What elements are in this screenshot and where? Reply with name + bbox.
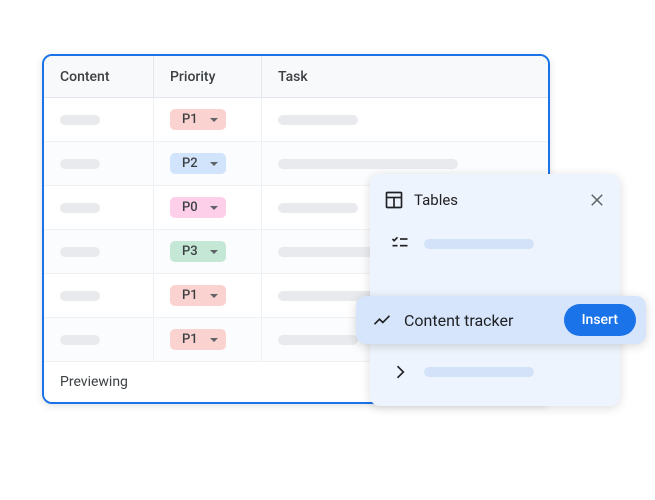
chevron-down-icon: [210, 118, 218, 122]
priority-label: P1: [182, 332, 198, 347]
panel-item-placeholder: [424, 367, 534, 377]
chevron-right-icon: [390, 362, 410, 382]
content-placeholder: [60, 203, 100, 213]
chevron-down-icon: [210, 250, 218, 254]
chevron-down-icon: [210, 294, 218, 298]
priority-chip[interactable]: P0: [170, 197, 226, 218]
table-row[interactable]: P1: [44, 98, 548, 142]
panel-item-content-tracker[interactable]: Content tracker Insert: [356, 296, 646, 344]
trend-icon: [372, 310, 392, 330]
checklist-icon: [390, 234, 410, 254]
task-placeholder: [278, 335, 358, 345]
content-placeholder: [60, 291, 100, 301]
preview-label: Previewing: [60, 374, 128, 390]
content-placeholder: [60, 335, 100, 345]
column-header-content[interactable]: Content: [44, 56, 154, 97]
priority-chip[interactable]: P1: [170, 329, 226, 350]
priority-chip[interactable]: P2: [170, 153, 226, 174]
panel-header: Tables: [384, 190, 606, 210]
chevron-down-icon: [210, 162, 218, 166]
panel-item-placeholder: [424, 239, 534, 249]
chevron-down-icon: [210, 206, 218, 210]
task-placeholder: [278, 203, 358, 213]
priority-label: P2: [182, 156, 198, 171]
close-icon[interactable]: [588, 191, 606, 209]
table-header-row: Content Priority Task: [44, 56, 548, 98]
content-tracker-label: Content tracker: [404, 311, 552, 330]
panel-title: Tables: [414, 191, 458, 209]
column-header-priority[interactable]: Priority: [154, 56, 262, 97]
panel-item-checklist[interactable]: [384, 224, 606, 264]
table-icon: [384, 190, 404, 210]
priority-label: P3: [182, 244, 198, 259]
content-placeholder: [60, 115, 100, 125]
task-placeholder: [278, 115, 358, 125]
priority-label: P1: [182, 112, 198, 127]
priority-chip[interactable]: P1: [170, 109, 226, 130]
priority-label: P1: [182, 288, 198, 303]
insert-button[interactable]: Insert: [564, 304, 636, 336]
priority-label: P0: [182, 200, 198, 215]
priority-chip[interactable]: P3: [170, 241, 226, 262]
priority-chip[interactable]: P1: [170, 285, 226, 306]
content-placeholder: [60, 159, 100, 169]
content-placeholder: [60, 247, 100, 257]
task-placeholder: [278, 159, 458, 169]
tables-panel: Tables: [370, 174, 620, 406]
chevron-down-icon: [210, 338, 218, 342]
column-header-task[interactable]: Task: [262, 56, 548, 97]
panel-item-more[interactable]: [384, 352, 606, 392]
